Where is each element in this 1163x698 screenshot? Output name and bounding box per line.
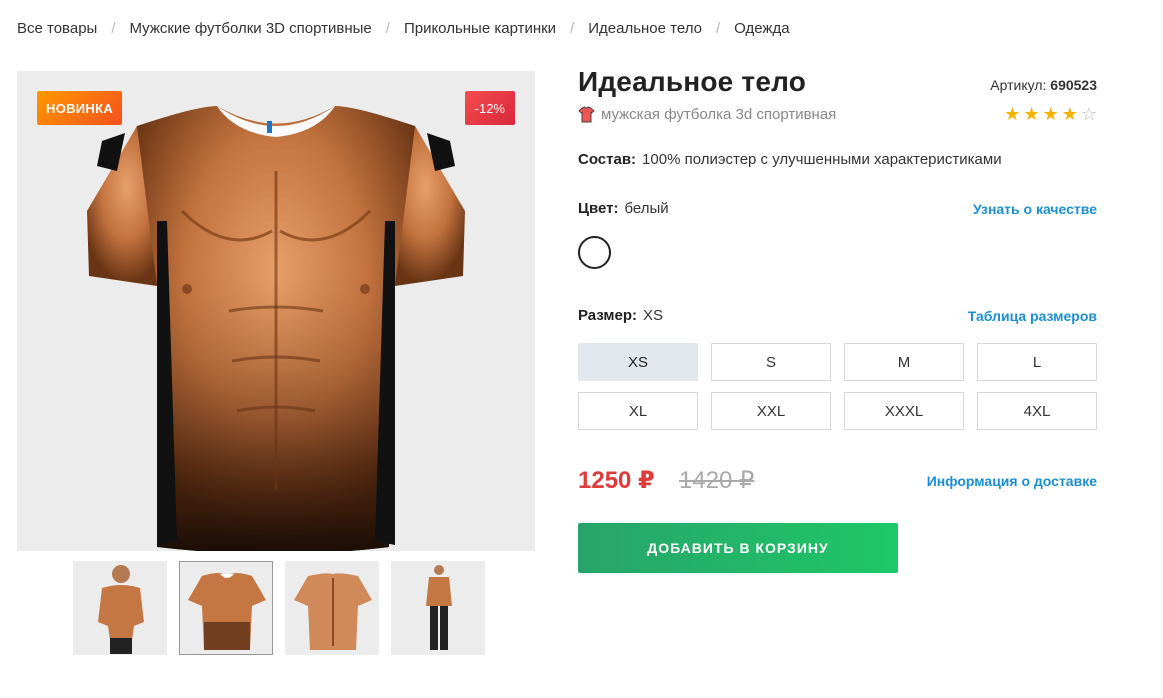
model-full-image <box>426 565 452 650</box>
article-value: 690523 <box>1050 77 1097 93</box>
size-row: Размер: XS <box>578 307 663 324</box>
new-badge: НОВИНКА <box>37 91 123 125</box>
thumbnail-shirt-front[interactable] <box>179 561 273 655</box>
breadcrumb-ideal-body[interactable]: Идеальное тело <box>588 20 702 37</box>
composition-label: Состав: <box>578 151 637 168</box>
star-filled-icon: ★ <box>1061 104 1078 124</box>
discount-badge: -12% <box>464 91 515 125</box>
star-filled-icon: ★ <box>1023 104 1040 124</box>
size-option-xxxl[interactable]: XXXL <box>844 392 964 430</box>
product-subtitle: мужская футболка 3d спортивная <box>578 106 836 123</box>
star-filled-icon: ★ <box>1042 104 1059 124</box>
composition-value: 100% полиэстер с улучшенными характерист… <box>642 151 1002 168</box>
add-to-cart-button[interactable]: ДОБАВИТЬ В КОРЗИНУ <box>578 523 898 573</box>
size-option-xs[interactable]: XS <box>578 343 698 381</box>
breadcrumb-funny-pictures[interactable]: Прикольные картинки <box>404 20 556 37</box>
product-type: мужская футболка 3d спортивная <box>601 106 837 123</box>
thumbnail-model-full[interactable] <box>391 561 485 655</box>
product-main-image[interactable]: НОВИНКА -12% <box>17 71 535 551</box>
size-table-link[interactable]: Таблица размеров <box>968 308 1097 324</box>
quality-info-link[interactable]: Узнать о качестве <box>973 201 1097 217</box>
shirt-front-image <box>188 573 266 650</box>
article-number: Артикул: 690523 <box>990 77 1097 93</box>
size-option-s[interactable]: S <box>711 343 831 381</box>
thumbnail-shirt-back[interactable] <box>285 561 379 655</box>
product-title: Идеальное тело <box>578 66 807 97</box>
size-option-4xl[interactable]: 4XL <box>977 392 1097 430</box>
breadcrumb-separator: / <box>385 20 390 37</box>
breadcrumb-separator: / <box>570 20 575 37</box>
color-row: Цвет: белый <box>578 200 669 217</box>
breadcrumb-separator: / <box>715 20 721 37</box>
breadcrumb-clothing[interactable]: Одежда <box>734 20 789 37</box>
breadcrumb-separator: / <box>111 20 116 37</box>
tshirt-icon <box>578 106 595 123</box>
size-value: XS <box>643 307 664 324</box>
color-swatch-white[interactable] <box>578 236 611 269</box>
star-filled-icon: ★ <box>1004 104 1021 124</box>
star-empty-icon: ☆ <box>1080 104 1097 124</box>
current-price: 1250 ₽ <box>578 467 655 494</box>
breadcrumb: Все товары / Мужские футболки 3D спортив… <box>17 20 790 37</box>
size-label: Размер: <box>578 307 638 324</box>
size-option-xl[interactable]: XL <box>578 392 698 430</box>
color-label: Цвет: <box>578 200 619 217</box>
size-option-l[interactable]: L <box>977 343 1097 381</box>
delivery-info-link[interactable]: Информация о доставке <box>927 473 1097 489</box>
size-options: XS S M L XL XXL XXXL 4XL <box>578 343 1097 430</box>
shirt-back-image <box>294 573 372 650</box>
breadcrumb-all-products[interactable]: Все товары <box>17 20 97 37</box>
article-label: Артикул: <box>990 77 1047 93</box>
breadcrumb-mens-3d-tshirts[interactable]: Мужские футболки 3D спортивные <box>130 20 372 37</box>
thumbnail-model-front[interactable] <box>73 561 167 655</box>
model-front-image <box>98 565 144 654</box>
color-value: белый <box>624 200 669 217</box>
size-option-m[interactable]: M <box>844 343 964 381</box>
size-option-xxl[interactable]: XXL <box>711 392 831 430</box>
composition-row: Состав: 100% полиэстер с улучшенными хар… <box>578 151 1002 168</box>
thumbnail-strip <box>73 561 485 655</box>
tshirt-image <box>87 106 465 551</box>
old-price: 1420 ₽ <box>679 467 755 494</box>
rating-stars[interactable]: ★ ★ ★ ★ ☆ <box>1004 104 1097 124</box>
